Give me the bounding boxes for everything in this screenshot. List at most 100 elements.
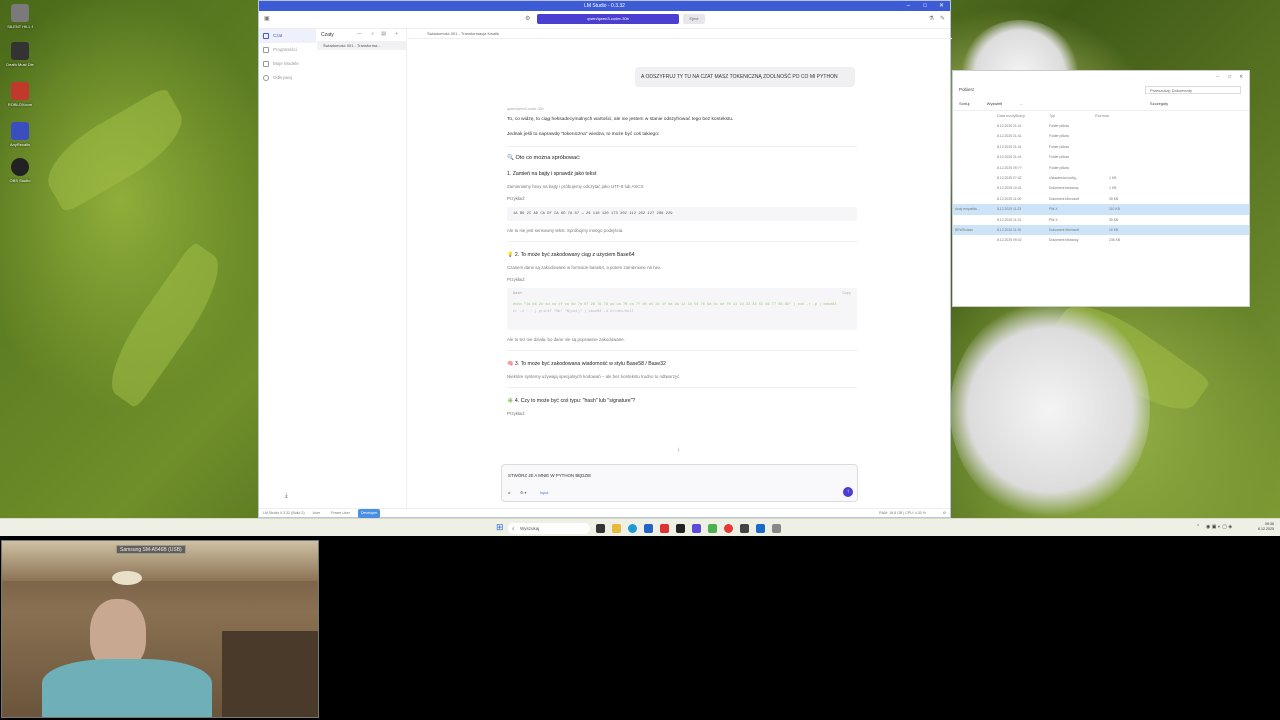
- nav-discover[interactable]: Odkrywaj: [259, 71, 316, 85]
- mode-dropdown-icon[interactable]: ⚙ ▾: [520, 489, 526, 497]
- file-explorer-window[interactable]: – □ ✕ Pobierz Przeszukaj: Dokumenty Sort…: [952, 70, 1250, 307]
- view-button[interactable]: Wyświetl: [987, 101, 1003, 106]
- response-heading: 🔍 Oto co można spróbować:: [507, 155, 581, 161]
- start-icon[interactable]: ⊞: [496, 522, 504, 533]
- desktop-icon-anyrecalls[interactable]: AnyRecalls: [4, 122, 36, 147]
- file-row[interactable]: 8.12.2025 11:00 Dokument Microsoft 35 KB: [953, 194, 1249, 204]
- nav-developers[interactable]: Programiści: [259, 43, 316, 57]
- file-row[interactable]: 8.12.2025 21:41 Folder plików: [953, 121, 1249, 131]
- sidebar-toggle-icon[interactable]: ▣: [264, 15, 270, 22]
- file-type: Plik X: [1049, 217, 1058, 222]
- app-icon[interactable]: [772, 524, 781, 533]
- furniture: [222, 631, 318, 717]
- input-mode-chip[interactable]: Input: [540, 489, 548, 497]
- desktop: SILENT HILL f Death Must Die ROBLOXcom A…: [0, 0, 1280, 520]
- col-type[interactable]: Typ: [1049, 111, 1055, 121]
- file-row[interactable]: 8.12.2025 09:02 Dokument tekstowy 236 KB: [953, 235, 1249, 245]
- close-icon[interactable]: ✕: [939, 1, 944, 11]
- send-button[interactable]: ↑: [843, 487, 853, 497]
- details-button[interactable]: Szczegóły: [1150, 101, 1168, 106]
- wallpaper-leaf: [35, 86, 195, 214]
- code-block: bash Copy echo "1a b6 2c ad ca df ca 6d …: [507, 288, 857, 330]
- obs-icon[interactable]: [740, 524, 749, 533]
- camera-source-label: Samsung SM-A546B (USB): [116, 545, 186, 554]
- explorer-address-bar[interactable]: Pobierz Przeszukaj: Dokumenty: [953, 83, 1249, 97]
- desktop-icon-obs[interactable]: OBS Studio: [4, 158, 36, 183]
- explorer-search-input[interactable]: Przeszukaj: Dokumenty: [1145, 86, 1241, 94]
- divider: [507, 241, 857, 242]
- explorer-file-list: 8.12.2025 21:41 Folder plików 8.12.2025 21…: [953, 121, 1249, 246]
- more-button[interactable]: ...: [1019, 101, 1022, 106]
- steam-icon[interactable]: [756, 524, 765, 533]
- taskbar-clock[interactable]: 09:36 8.12.2025: [1258, 522, 1274, 532]
- close-icon[interactable]: ✕: [1239, 71, 1243, 83]
- step4-example: Przykład:: [507, 411, 526, 416]
- webcam-feed: Samsung SM-A546B (USB): [1, 540, 319, 718]
- chat-tab[interactable]: Świadomość 001 - Transformacja Kwalik: [409, 29, 952, 39]
- settings-icon[interactable]: ⚙: [943, 509, 946, 518]
- lm-studio-icon[interactable]: [692, 524, 701, 533]
- sort-button[interactable]: Sortuj: [959, 101, 969, 106]
- tray-chevron-icon[interactable]: ⌃: [1196, 524, 1200, 530]
- copy-button[interactable]: Copy: [842, 292, 851, 296]
- terminal-icon[interactable]: [676, 524, 685, 533]
- taskbar-search[interactable]: ⌕ Wyszukaj: [508, 523, 590, 534]
- file-row[interactable]: BEWDclass 8.12.2025 11:30 Dokument Microso…: [953, 224, 1249, 236]
- download-icon[interactable]: ⤓: [285, 493, 288, 500]
- mode-user[interactable]: User: [310, 509, 324, 518]
- tray-icons[interactable]: ◉ ▣ ◐ ▢ ◈: [1206, 524, 1232, 530]
- attach-icon[interactable]: ⌀: [508, 489, 510, 497]
- chats-panel: Czaty — ⌕ ▤ + Świadomość 001 - Transform…: [317, 29, 407, 509]
- search-icon: [263, 75, 269, 81]
- file-row[interactable]: 8.12.2025 11:22 Plik X 39 KB: [953, 215, 1249, 225]
- model-selector[interactable]: qwen/qwen3-coder-30b: [537, 14, 679, 24]
- col-date[interactable]: Data modyfikacji: [997, 111, 1025, 121]
- search-icon[interactable]: ⌕: [371, 31, 374, 37]
- lm-studio-window[interactable]: LM Studio - 0.3.32 – □ ✕ ▣ ⚙ qwen/qwen3-…: [258, 0, 952, 518]
- mode-developer[interactable]: Developer: [357, 509, 381, 518]
- col-size[interactable]: Rozmiar: [1095, 111, 1109, 121]
- maximize-icon[interactable]: □: [923, 1, 927, 11]
- file-explorer-icon[interactable]: [612, 524, 621, 533]
- nav-my-models[interactable]: Moje Modele: [259, 57, 316, 71]
- file-row[interactable]: 8.12.2025 21:41 Folder plików: [953, 131, 1249, 141]
- settings-icon[interactable]: ⚙: [525, 15, 530, 22]
- file-row[interactable]: 8.12.2025 07:42 Ustawienia konfig... 1 KB: [953, 173, 1249, 183]
- message-input[interactable]: [508, 470, 848, 480]
- chat-transcript[interactable]: A ODSZYFRUJ TY TU NA CZAT MASZ TOKENICZN…: [507, 43, 857, 463]
- chat-list-item[interactable]: Świadomość 001 - Transforma...: [317, 41, 406, 50]
- minimize-icon[interactable]: –: [907, 1, 910, 11]
- desktop-icon-silent-hill[interactable]: SILENT HILL f: [4, 4, 36, 29]
- new-chat-icon[interactable]: +: [395, 31, 398, 37]
- file-row[interactable]: 8.12.2025 21:41 Folder plików: [953, 152, 1249, 162]
- nav-chat[interactable]: Czat: [259, 29, 316, 43]
- file-type: Dokument tekstowy: [1049, 186, 1079, 191]
- chrome-icon[interactable]: [724, 524, 733, 533]
- file-row[interactable]: 8.12.2025 09:?? Folder plików: [953, 163, 1249, 173]
- desktop-icon-death-must-die[interactable]: Death Must Die: [4, 42, 36, 67]
- scroll-down-icon[interactable]: ↓: [677, 447, 680, 453]
- minimize-icon[interactable]: –: [1216, 71, 1219, 83]
- flask-icon[interactable]: ⚗: [929, 15, 934, 22]
- file-size: 1 KB: [1109, 186, 1117, 191]
- maximize-icon[interactable]: □: [1228, 71, 1231, 83]
- collapse-icon[interactable]: —: [357, 31, 362, 37]
- file-date: 8.12.2025 11:23: [997, 207, 1022, 212]
- edge-icon[interactable]: [628, 524, 637, 533]
- desktop-icon-roblox[interactable]: ROBLOXcom: [4, 82, 36, 107]
- file-date: 8.12.2025 09:02: [997, 238, 1022, 243]
- file-row[interactable]: dody empathic... 8.12.2025 11:23 Plik X 110…: [953, 204, 1249, 215]
- store-icon[interactable]: [644, 524, 653, 533]
- eject-button[interactable]: Eject: [683, 14, 705, 24]
- mode-power-user[interactable]: Power User: [328, 509, 353, 518]
- new-folder-icon[interactable]: ▤: [381, 31, 386, 37]
- file-size: 1 KB: [1109, 175, 1117, 180]
- file-type: Dokument tekstowy: [1049, 238, 1079, 243]
- file-row[interactable]: 8.12.2025 10:41 Dokument tekstowy 1 KB: [953, 183, 1249, 193]
- app-icon[interactable]: [708, 524, 717, 533]
- task-view-icon[interactable]: [596, 524, 605, 533]
- file-row[interactable]: 8.12.2025 21:41 Folder plików: [953, 142, 1249, 152]
- user-message: A ODSZYFRUJ TY TU NA CZAT MASZ TOKENICZN…: [635, 67, 855, 87]
- brave-icon[interactable]: [660, 524, 669, 533]
- edit-icon[interactable]: ✎: [940, 15, 945, 22]
